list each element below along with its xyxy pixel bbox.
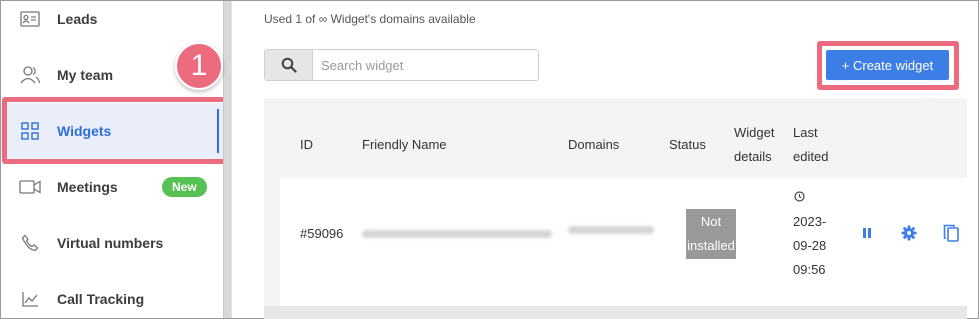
gear-icon[interactable] [900, 224, 918, 242]
team-icon [18, 63, 42, 87]
table-header: ID Friendly Name Domains Status Widget d… [280, 113, 967, 177]
header-widget-details-line2: details [734, 149, 772, 164]
header-status: Status [669, 137, 706, 152]
last-edited-date-line1: 2023- [793, 214, 827, 229]
header-friendly-name: Friendly Name [362, 137, 447, 152]
last-edited-date-line2: 09-28 [793, 238, 827, 253]
sidebar-item-call-tracking[interactable]: Call Tracking [1, 271, 223, 319]
last-edited-time: 09:56 [793, 262, 826, 277]
search-input[interactable] [313, 50, 533, 80]
create-widget-button[interactable]: + Create widget [826, 50, 949, 80]
widgets-table: ID Friendly Name Domains Status Widget d… [264, 98, 967, 319]
header-last-edited-line2: edited [793, 149, 829, 164]
sidebar-item-label: My team [57, 67, 114, 83]
sidebar-scrollbar[interactable] [223, 1, 231, 318]
sidebar-item-label: Leads [57, 11, 98, 27]
sidebar-item-label: Virtual numbers [57, 235, 164, 251]
status-line2: installed [687, 238, 735, 253]
table-row[interactable]: #59096 Not installed 2023- 09-28 09:56 [280, 178, 967, 306]
widgets-highlight-box [2, 97, 230, 164]
sidebar-item-label: Call Tracking [57, 291, 145, 307]
clock-icon [794, 186, 805, 210]
status-badge: Not installed [686, 209, 736, 259]
domains-usage-text: Used 1 of ∞ Widget's domains available [264, 12, 476, 26]
table-footer-strip [264, 306, 967, 319]
domain-redacted [568, 226, 654, 234]
sidebar-item-leads[interactable]: Leads [1, 0, 223, 47]
line-chart-icon [18, 287, 42, 311]
widget-id: #59096 [300, 226, 344, 241]
step-1-callout: 1 [175, 42, 223, 90]
sidebar-item-label: Meetings [57, 179, 118, 195]
header-id: ID [300, 137, 313, 152]
header-domains: Domains [568, 137, 620, 152]
copy-icon[interactable] [942, 224, 960, 242]
sidebar-item-virtual-numbers[interactable]: Virtual numbers [1, 215, 223, 271]
video-camera-icon [18, 175, 42, 199]
search-icon[interactable] [265, 50, 313, 80]
search-box [264, 49, 539, 81]
contact-card-icon [18, 7, 42, 31]
sidebar-item-meetings[interactable]: Meetings New [1, 159, 223, 215]
new-badge: New [162, 177, 207, 197]
friendly-name-redacted [362, 230, 552, 238]
phone-icon [18, 231, 42, 255]
sidebar-divider [231, 1, 232, 318]
pause-icon[interactable] [858, 224, 876, 242]
status-line1: Not [700, 214, 722, 229]
header-last-edited-line1: Last [793, 125, 818, 140]
header-widget-details-line1: Widget [734, 125, 775, 140]
